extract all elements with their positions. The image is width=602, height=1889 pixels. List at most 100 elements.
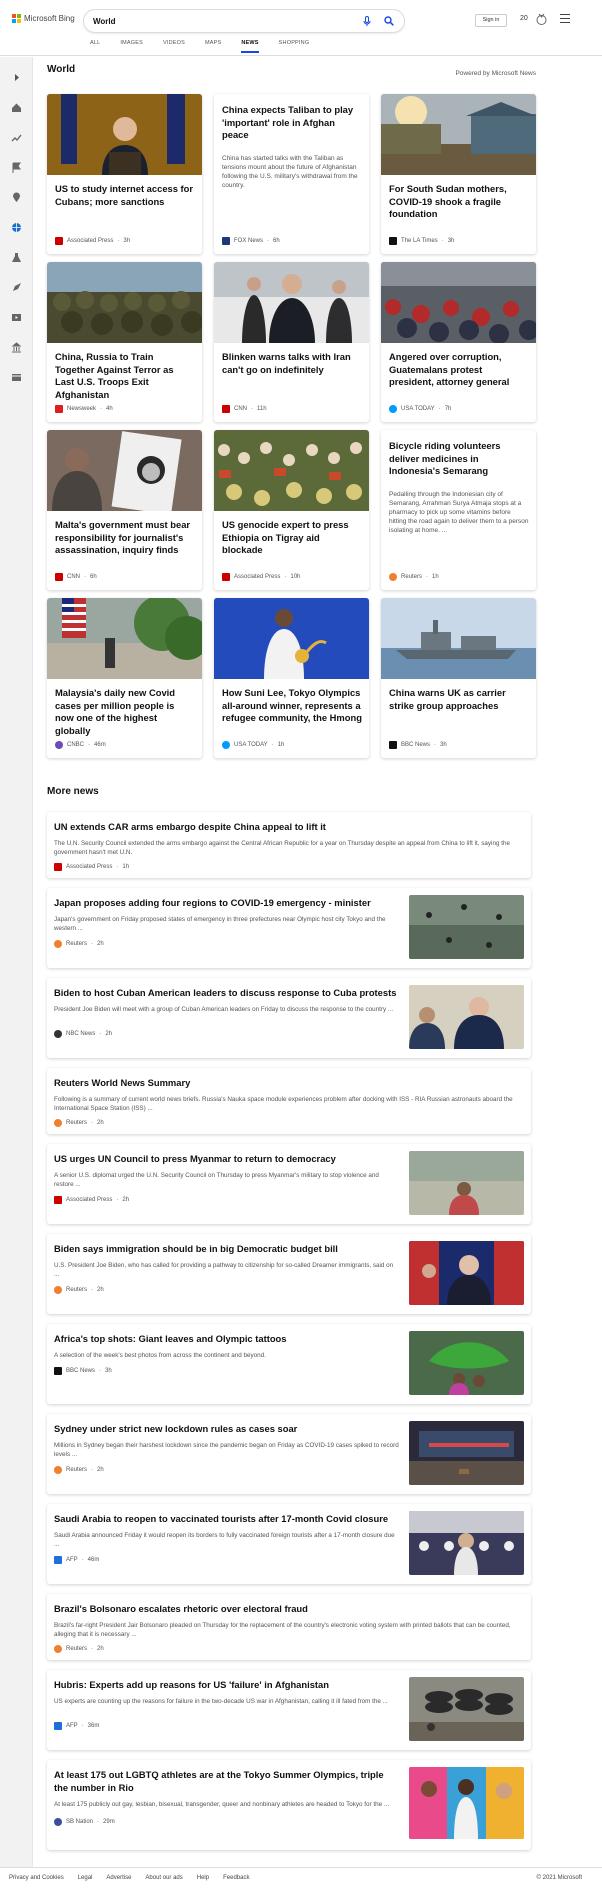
story-title: For South Sudan mothers, COVID-19 shook … [389, 183, 507, 219]
tab-news[interactable]: NEWS [241, 40, 259, 53]
story-source: Newsweek · 4h [55, 405, 113, 413]
news-card[interactable]: Malaysia's daily new Covid cases per mil… [47, 598, 202, 758]
search-input[interactable] [93, 16, 360, 26]
news-list-item[interactable]: Japan proposes adding four regions to CO… [47, 888, 531, 968]
news-list-item[interactable]: Hubris: Experts add up reasons for US 'f… [47, 1670, 531, 1750]
news-card[interactable]: Bicycle riding volunteers deliver medici… [381, 430, 536, 590]
card-icon[interactable] [11, 370, 22, 381]
story-snippet: Following is a summary of current world … [54, 1096, 513, 1112]
source-name: Reuters [66, 1120, 88, 1126]
news-card[interactable]: China expects Taliban to play 'important… [214, 94, 369, 254]
news-card[interactable]: China warns UK as carrier strike group a… [381, 598, 536, 758]
source-name: BBC News [401, 742, 431, 748]
story-title: Saudi Arabia to reopen to vaccinated tou… [54, 1513, 389, 1524]
flask-icon[interactable] [11, 250, 22, 262]
story-title: Biden says immigration should be in big … [54, 1243, 338, 1254]
footer-link-feedback[interactable]: Feedback [223, 1875, 249, 1881]
news-list-item[interactable]: Saudi Arabia to reopen to vaccinated tou… [47, 1504, 531, 1584]
trending-icon[interactable] [11, 130, 22, 142]
source-logo-icon [222, 741, 230, 749]
source-logo-icon [389, 237, 397, 245]
source-logo-icon [54, 1818, 62, 1826]
story-title: US genocide expert to press Ethiopia on … [222, 519, 349, 555]
bing-logo[interactable]: Microsoft Bing [12, 14, 75, 23]
top-header: Microsoft Bing Sign in 20 ALL IMAGES VID… [0, 0, 602, 56]
source-logo-icon [55, 741, 63, 749]
expand-icon[interactable] [11, 70, 22, 81]
story-source: Reuters · 2h [54, 1466, 104, 1474]
news-card[interactable]: How Suni Lee, Tokyo Olympics all-around … [214, 598, 369, 758]
news-card[interactable]: Malta's government must bear responsibil… [47, 430, 202, 590]
source-logo-icon [54, 1196, 62, 1204]
news-card[interactable]: US genocide expert to press Ethiopia on … [214, 430, 369, 590]
rewards-count[interactable]: 20 [520, 15, 528, 22]
copyright: © 2021 Microsoft [536, 1875, 582, 1881]
page-footer: Privacy and Cookies Legal Advertise Abou… [0, 1867, 602, 1889]
story-time: 36m [87, 1723, 100, 1729]
story-title: Biden to host Cuban American leaders to … [54, 987, 397, 998]
story-time: 2h [97, 1646, 104, 1652]
source-logo-icon [55, 237, 63, 245]
location-icon[interactable] [11, 190, 22, 202]
flag-icon[interactable] [11, 160, 22, 173]
source-name: Reuters [401, 574, 423, 580]
news-list-item[interactable]: UN extends CAR arms embargo despite Chin… [47, 812, 531, 878]
news-list-item[interactable]: Reuters World News Summary Following is … [47, 1068, 531, 1134]
source-logo-icon [222, 237, 230, 245]
story-thumbnail [409, 1151, 524, 1215]
footer-link-help[interactable]: Help [197, 1875, 209, 1881]
tab-shopping[interactable]: SHOPPING [279, 40, 310, 53]
hamburger-menu-icon[interactable] [560, 14, 570, 24]
story-time: 3h [440, 742, 447, 748]
footer-link-privacy[interactable]: Privacy and Cookies [9, 1875, 64, 1881]
story-snippet: The U.N. Security Council extended the a… [54, 840, 510, 856]
news-list-item[interactable]: Biden to host Cuban American leaders to … [47, 978, 531, 1058]
story-source: Reuters · 2h [54, 1119, 104, 1127]
home-icon[interactable] [11, 100, 22, 112]
globe-icon[interactable] [11, 220, 22, 232]
story-source: The LA Times · 3h [389, 237, 454, 245]
news-card[interactable]: China, Russia to Train Together Against … [47, 262, 202, 422]
sign-in-button[interactable]: Sign in [475, 14, 507, 27]
video-icon[interactable] [11, 310, 22, 321]
news-card[interactable]: Angered over corruption, Guatemalans pro… [381, 262, 536, 422]
story-time: 1h [122, 864, 130, 870]
tab-videos[interactable]: VIDEOS [163, 40, 185, 53]
story-source: Reuters · 1h [389, 573, 439, 581]
story-source: CNN · 11h [222, 405, 267, 413]
news-card[interactable]: US to study internet access for Cubans; … [47, 94, 202, 254]
story-time: 3h [447, 238, 455, 244]
news-list-item[interactable]: Sydney under strict new lockdown rules a… [47, 1414, 531, 1494]
story-snippet: Pedalling through the Indonesian city of… [389, 491, 529, 534]
rewards-medal-icon[interactable] [535, 13, 548, 26]
tab-images[interactable]: IMAGES [120, 40, 143, 53]
source-name: Associated Press [234, 574, 281, 580]
story-image [47, 262, 202, 343]
source-name: Newsweek [67, 406, 97, 412]
source-name: Associated Press [67, 238, 114, 244]
story-thumbnail [409, 895, 524, 959]
source-logo-icon [54, 863, 62, 871]
source-logo-icon [54, 1722, 62, 1730]
tab-all[interactable]: ALL [90, 40, 100, 53]
news-card[interactable]: For South Sudan mothers, COVID-19 shook … [381, 94, 536, 254]
footer-link-legal[interactable]: Legal [78, 1875, 93, 1881]
news-list-item[interactable]: Brazil's Bolsonaro escalates rhetoric ov… [47, 1594, 531, 1660]
source-name: CNBC [67, 742, 85, 748]
story-source: Reuters · 2h [54, 1286, 104, 1294]
rocket-icon[interactable] [11, 280, 22, 291]
news-list-item[interactable]: At least 175 out LGBTQ athletes are at t… [47, 1760, 531, 1850]
story-source: FOX News · 6h [222, 237, 280, 245]
story-time: 3h [123, 238, 131, 244]
microphone-icon[interactable] [360, 14, 374, 28]
footer-link-advertise[interactable]: Advertise [106, 1875, 131, 1881]
search-icon[interactable] [382, 14, 396, 28]
news-list-item[interactable]: Africa's top shots: Giant leaves and Oly… [47, 1324, 531, 1404]
news-list-item[interactable]: Biden says immigration should be in big … [47, 1234, 531, 1314]
source-logo-icon [222, 405, 230, 413]
news-list-item[interactable]: US urges UN Council to press Myanmar to … [47, 1144, 531, 1224]
news-card[interactable]: Blinken warns talks with Iran can't go o… [214, 262, 369, 422]
footer-link-about-ads[interactable]: About our ads [145, 1875, 182, 1881]
building-icon[interactable] [11, 340, 22, 353]
tab-maps[interactable]: MAPS [205, 40, 221, 53]
